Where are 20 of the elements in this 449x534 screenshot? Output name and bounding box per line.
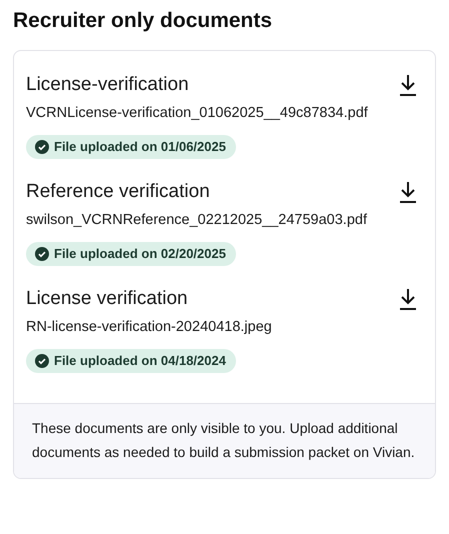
section-title: Recruiter only documents bbox=[13, 8, 274, 34]
check-circle-icon bbox=[35, 354, 49, 368]
file-name: swilson_VCRNReference_02212025__24759a03.pdf bbox=[26, 211, 368, 230]
download-button[interactable] bbox=[399, 181, 417, 203]
download-icon bbox=[399, 74, 417, 96]
check-circle-icon bbox=[35, 247, 49, 261]
upload-status-text: File uploaded on 02/20/2025 bbox=[54, 246, 226, 262]
download-icon bbox=[399, 288, 417, 310]
upload-status-text: File uploaded on 04/18/2024 bbox=[54, 353, 226, 369]
file-name: RN-license-verification-20240418.jpeg bbox=[26, 318, 273, 337]
document-name: License verification bbox=[26, 287, 188, 311]
visibility-note: These documents are only visible to you. Upload additional documents as needed to build a submission packet on Vivian. bbox=[14, 403, 435, 478]
download-icon bbox=[399, 181, 417, 203]
file-name: VCRNLicense-verification_01062025__49c87834.pdf bbox=[26, 104, 369, 123]
document-name: License-verification bbox=[26, 73, 189, 97]
download-button[interactable] bbox=[399, 74, 417, 96]
upload-status-text: File uploaded on 01/06/2025 bbox=[54, 139, 226, 155]
check-circle-icon bbox=[35, 140, 49, 154]
document-name: Reference verification bbox=[26, 180, 210, 204]
download-button[interactable] bbox=[399, 288, 417, 310]
